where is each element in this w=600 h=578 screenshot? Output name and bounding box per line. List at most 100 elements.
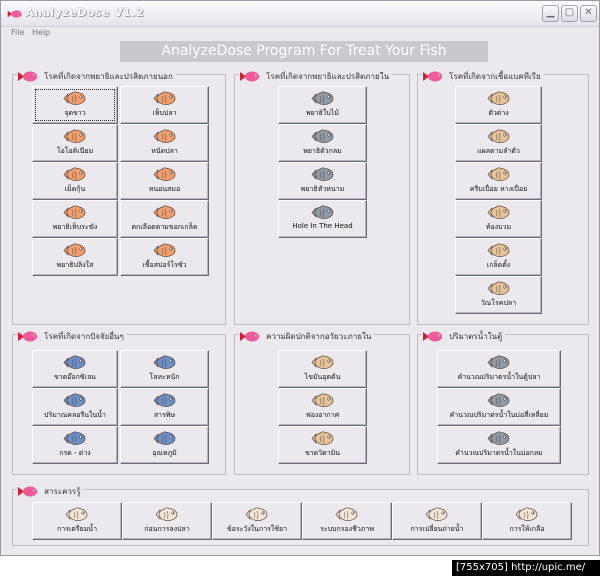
disease-button[interactable]: ขาดอ๊อกซิเจน xyxy=(32,350,118,388)
title-bar[interactable]: AnalyzeDose V1.2 ▁ ▢ ✕ xyxy=(1,1,599,27)
disease-button[interactable]: ครีบเปื่อย หางเปื่อย xyxy=(455,162,542,200)
menu-bar: File Help xyxy=(1,27,599,41)
white-fish-icon xyxy=(244,506,270,523)
disease-button[interactable]: พยาธิหัวหนาม xyxy=(278,162,367,200)
menu-file[interactable]: File xyxy=(11,28,24,37)
group-tank-volume: ปริมาตรน้ำในตู้ คำนวณปริมาตรน้ำในตู้ปลา … xyxy=(417,326,589,475)
red-fish-icon xyxy=(17,329,39,344)
disease-button[interactable]: เม็ดกุ้น xyxy=(32,162,118,200)
red-fish-icon xyxy=(17,69,39,84)
disease-button[interactable]: จุดขาว xyxy=(32,86,118,124)
disease-button[interactable]: สารพิษ xyxy=(120,388,209,426)
disease-button[interactable]: เห็บปลา xyxy=(120,86,209,124)
app-window: AnalyzeDose V1.2 ▁ ▢ ✕ File Help Analyze… xyxy=(0,0,600,556)
white-fish-icon xyxy=(334,506,360,523)
button-label: การให้เกลือ xyxy=(509,525,545,533)
orange-fish-icon xyxy=(152,166,178,183)
button-label: เกล็ดตั้ง xyxy=(486,261,511,269)
disease-button[interactable]: พยาธิเห็บระฆัง xyxy=(32,200,118,238)
group-external-parasites: โรคที่เกิดจากพยาธิและปรสิตภายนอก จุดขาว … xyxy=(12,66,226,325)
blue-fish-icon xyxy=(62,430,88,447)
minimize-button[interactable]: ▁ xyxy=(542,5,559,22)
disease-button[interactable]: หนัดปลา xyxy=(120,124,209,162)
calculate-button[interactable]: คำนวณปริมาตรน้ำในบ่อสี่เหลี่ยม xyxy=(437,388,561,426)
tan-fish-icon xyxy=(486,242,512,259)
white-fish-icon xyxy=(424,506,450,523)
button-label: ระบบกรองชีวภาพ xyxy=(320,525,374,533)
gray-fish-icon xyxy=(310,128,336,145)
window-title: AnalyzeDose V1.2 xyxy=(25,6,145,19)
disease-button[interactable]: ตัวด่าง xyxy=(455,86,542,124)
calculate-button[interactable]: คำนวณปริมาตรน้ำในตู้ปลา xyxy=(437,350,561,388)
button-label: ครีบเปื่อย หางเปื่อย xyxy=(469,185,528,193)
button-label: พยาธิหัวหนาม xyxy=(300,185,345,193)
gray-fish-icon xyxy=(310,204,336,221)
disease-button[interactable]: ท้องบวม xyxy=(455,200,542,238)
disease-button[interactable]: ตกเลือดตามขอกเกล็ด xyxy=(120,200,209,238)
disease-button[interactable]: อุณหภูมิ xyxy=(120,426,209,464)
button-label: ขาดอ๊อกซิเจน xyxy=(54,373,96,381)
button-label: หนอนสมอ xyxy=(148,185,181,193)
disease-button[interactable]: แผลตามลำตัว xyxy=(455,124,542,162)
orange-fish-icon xyxy=(62,166,88,183)
disease-button[interactable]: กรด - ด่าง xyxy=(32,426,118,464)
disease-button[interactable]: เกล็ดตั้ง xyxy=(455,238,542,276)
button-label: Hole In The Head xyxy=(292,222,353,230)
disease-button[interactable]: หนอนสมอ xyxy=(120,162,209,200)
button-label: พยาธิเห็บระฆัง xyxy=(52,223,98,231)
group-header: สาระควรรู้ xyxy=(17,481,84,496)
disease-button[interactable]: เชื้อสปอร์โรซัว xyxy=(120,238,209,276)
knowledge-button[interactable]: ข้อระวังในการใช้ยา xyxy=(212,502,302,540)
disease-button[interactable]: โลหะหนัก xyxy=(120,350,209,388)
orange-fish-icon xyxy=(152,204,178,221)
disease-button[interactable]: วัณโรคปลา xyxy=(455,276,542,314)
group-title: โรคที่เกิดจากเชื้อแบคทีเรีย xyxy=(449,72,541,81)
blue-fish-icon xyxy=(62,392,88,409)
disease-button[interactable]: พยาธิใบไม้ xyxy=(278,86,367,124)
group-title: สาระควรรู้ xyxy=(44,487,81,496)
calculate-button[interactable]: คำนวณปริมาตรน้ำในบ่อกลม xyxy=(437,426,561,464)
group-other-factors: โรคที่เกิดจากปัจจัยอื่นๆ ขาดอ๊อกซิเจน โล… xyxy=(12,326,226,475)
button-label: ตัวด่าง xyxy=(488,109,509,117)
disease-button[interactable]: โอโอดิเนียม xyxy=(32,124,118,162)
button-label: ท้องบวม xyxy=(485,223,512,231)
knowledge-button[interactable]: การเปลี่ยนถ่ายน้ำ xyxy=(392,502,482,540)
disease-button[interactable]: ขาดวิตามิน xyxy=(278,426,367,464)
menu-help[interactable]: Help xyxy=(32,28,50,37)
disease-button[interactable]: ไขมันอุดตัน xyxy=(278,350,367,388)
button-label: ข้อระวังในการใช้ยา xyxy=(226,525,288,533)
red-fish-icon xyxy=(239,329,261,344)
button-label: อุณหภูมิ xyxy=(152,449,177,457)
knowledge-button[interactable]: การเตรียมน้ำ xyxy=(32,502,122,540)
knowledge-button[interactable]: ก่อนการลงปลา xyxy=(122,502,212,540)
maximize-button[interactable]: ▢ xyxy=(561,5,578,22)
tan-fish-icon xyxy=(310,392,336,409)
knowledge-button[interactable]: ระบบกรองชีวภาพ xyxy=(302,502,392,540)
knowledge-button[interactable]: การให้เกลือ xyxy=(482,502,572,540)
tan-fish-icon xyxy=(486,280,512,297)
disease-button[interactable]: ปริมาณคลอรีนในน้ำ xyxy=(32,388,118,426)
disease-button[interactable]: Hole In The Head xyxy=(278,200,367,238)
group-header: โรคที่เกิดจากพยาธิและปรสิตภายใน xyxy=(239,66,393,81)
disease-button[interactable]: พยาธิตัวกลม xyxy=(278,124,367,162)
tan-fish-icon xyxy=(310,354,336,371)
group-header: ความผิดปกติจากอวัยวะภายใน xyxy=(239,326,375,344)
orange-fish-icon xyxy=(152,128,178,145)
button-label: ก่อนการลงปลา xyxy=(144,525,190,533)
group-title: โรคที่เกิดจากพยาธิและปรสิตภายนอก xyxy=(44,72,173,81)
white-fish-icon xyxy=(64,506,90,523)
disease-button[interactable]: พยาธิปลิงใส xyxy=(32,238,118,276)
group-title: โรคที่เกิดจากพยาธิและปรสิตภายใน xyxy=(266,72,390,81)
white-fish-icon xyxy=(154,506,180,523)
orange-fish-icon xyxy=(62,128,88,145)
blue-fish-icon xyxy=(152,430,178,447)
disease-button[interactable]: ฟองอากาศ xyxy=(278,388,367,426)
white-fish-icon xyxy=(514,506,540,523)
button-label: เห็บปลา xyxy=(152,109,177,117)
close-button[interactable]: ✕ xyxy=(580,5,597,22)
red-fish-icon xyxy=(17,484,39,499)
blue-fish-icon xyxy=(152,354,178,371)
tan-fish-icon xyxy=(486,90,512,107)
gray-fish-icon xyxy=(486,392,512,409)
button-label: โลหะหนัก xyxy=(149,373,180,381)
